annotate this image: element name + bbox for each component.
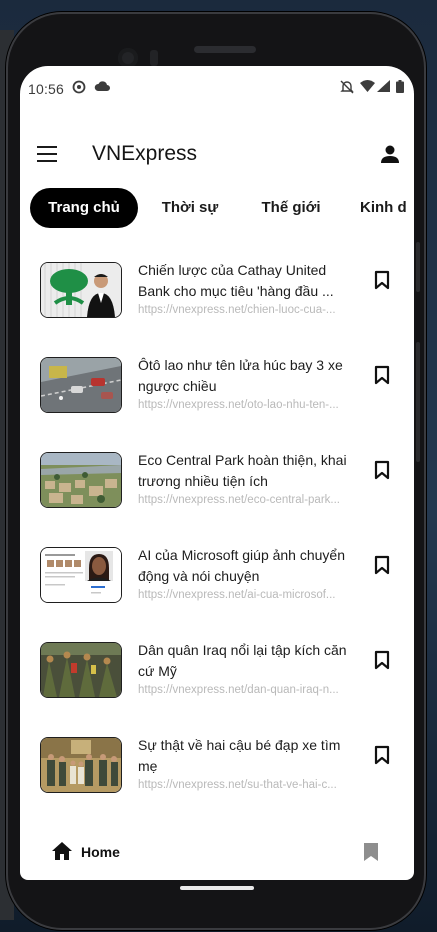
account-icon[interactable] [380,144,400,164]
bookmark-icon[interactable] [364,843,378,861]
article-title: Dân quân Iraq nổi lại tập kích căn cứ Mỹ [138,642,347,679]
mute-icon [340,80,354,97]
gesture-bar[interactable] [180,886,254,890]
sync-icon [72,80,86,97]
status-bar: 10:56 [20,78,414,100]
app-bar: VNExpress [20,138,414,174]
bookmark-icon[interactable] [374,365,390,385]
list-item[interactable]: AI của Microsoft giúp ảnh chuyển động và… [20,547,414,627]
article-thumbnail [40,547,122,603]
home-icon[interactable] [52,842,72,860]
category-tabs: Trang chủ Thời sự Thế giới Kinh d [30,188,414,230]
volume-button [416,242,420,292]
article-url: https://vnexpress.net/eco-central-park..… [138,494,340,506]
menu-icon[interactable] [37,146,57,162]
list-item[interactable]: Chiến lược của Cathay United Bank cho mụ… [20,262,414,342]
wifi-icon [360,80,375,95]
article-title: Ôtô lao như tên lửa húc bay 3 xe ngược c… [138,357,343,394]
article-title: AI của Microsoft giúp ảnh chuyển động và… [138,547,346,584]
article-title: Chiến lược của Cathay United Bank cho mụ… [138,262,334,299]
bookmark-icon[interactable] [374,460,390,480]
bottom-navigation: Home [20,836,414,880]
signal-icon [377,80,390,95]
article-thumbnail [40,452,122,508]
speaker-grille [194,46,256,53]
front-camera [118,48,138,68]
article-url: https://vnexpress.net/ai-cua-microsof... [138,589,336,601]
tab-kinh-doanh[interactable]: Kinh d [360,188,414,228]
tab-thoi-su[interactable]: Thời sự [154,188,226,228]
sensor [150,50,158,66]
article-title: Eco Central Park hoàn thiện, khai trương… [138,452,347,489]
cloud-icon [94,80,110,95]
battery-icon [396,80,404,96]
tab-the-gioi[interactable]: Thế giới [256,188,326,228]
article-thumbnail [40,262,122,318]
bookmark-icon[interactable] [374,555,390,575]
app-screen: 10:56 VNExpress Trang chủ Thời sự Thế gi… [20,66,414,880]
home-tab-label[interactable]: Home [81,844,120,860]
list-item[interactable]: Ôtô lao như tên lửa húc bay 3 xe ngược c… [20,357,414,437]
tab-trang-chu[interactable]: Trang chủ [30,188,138,228]
article-url: https://vnexpress.net/dan-quan-iraq-n... [138,684,339,696]
power-button [416,342,420,462]
article-title: Sự thật về hai cậu bé đạp xe tìm mẹ [138,737,341,774]
bookmark-icon[interactable] [374,745,390,765]
list-item[interactable]: Eco Central Park hoàn thiện, khai trương… [20,452,414,532]
article-url: https://vnexpress.net/oto-lao-nhu-ten-..… [138,399,339,411]
article-url: https://vnexpress.net/chien-luoc-cua-... [138,304,336,316]
article-thumbnail [40,737,122,793]
list-item[interactable]: Dân quân Iraq nổi lại tập kích căn cứ Mỹ… [20,642,414,722]
article-thumbnail [40,642,122,698]
article-thumbnail [40,357,122,413]
app-title: VNExpress [92,142,198,165]
list-item[interactable]: Sự thật về hai cậu bé đạp xe tìm mẹ http… [20,737,414,817]
status-time: 10:56 [28,81,65,97]
article-url: https://vnexpress.net/su-that-ve-hai-c..… [138,779,337,791]
bookmark-icon[interactable] [374,270,390,290]
bookmark-icon[interactable] [374,650,390,670]
